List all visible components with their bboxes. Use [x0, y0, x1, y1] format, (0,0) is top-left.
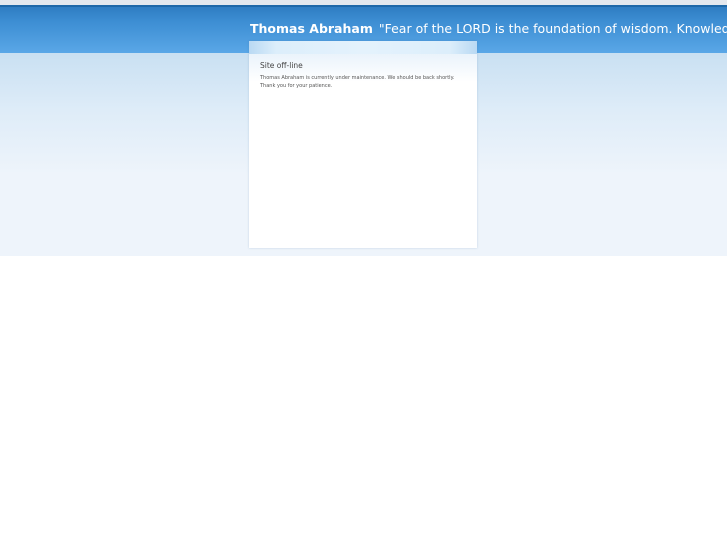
offline-message: Thomas Abraham is currently under mainte…	[260, 74, 470, 90]
offline-panel: Site off-line Thomas Abraham is currentl…	[249, 41, 477, 248]
offline-title: Site off-line	[260, 61, 303, 70]
page: Thomas Abraham "Fear of the LORD is the …	[0, 0, 727, 545]
offline-message-line: Thank you for your patience.	[260, 83, 333, 89]
site-name: Thomas Abraham	[250, 21, 373, 36]
site-title: Thomas Abraham "Fear of the LORD is the …	[250, 21, 727, 37]
site-slogan: "Fear of the LORD is the foundation of w…	[378, 21, 727, 36]
offline-panel-header	[249, 41, 477, 54]
offline-message-line: Thomas Abraham is currently under mainte…	[260, 75, 455, 81]
